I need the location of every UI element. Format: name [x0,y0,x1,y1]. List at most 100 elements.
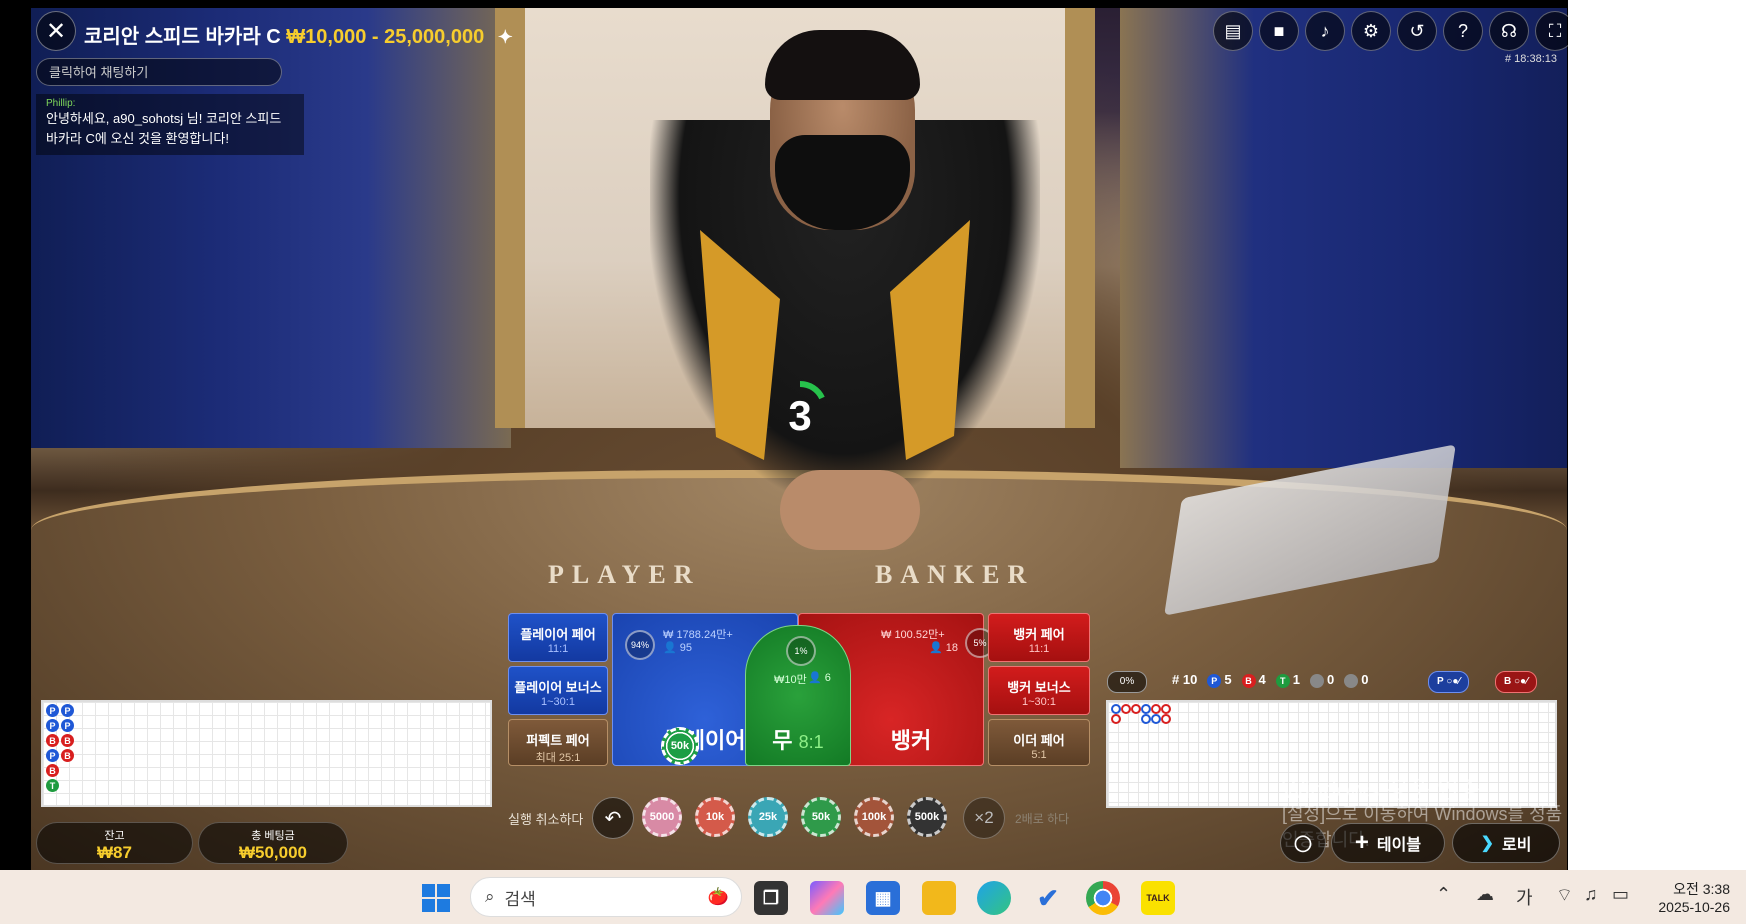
player-bonus-bet[interactable]: 플레이어 보너스 1~30:1 [508,666,608,715]
windows-start-icon[interactable] [422,884,450,912]
either-pair-odds: 5:1 [1031,749,1047,761]
tie-bet[interactable]: 1% ₩10만 👤 6 무 8:1 [745,625,851,766]
perfect-pair-label: 퍼펙트 페어 [526,733,590,748]
either-pair-label: 이더 페어 [1013,733,1065,748]
search-icon: ⌕ [485,887,495,906]
clock-date: 2025-10-26 [1658,899,1730,915]
chip-500k[interactable]: 500k [907,797,947,837]
big-road-mark [1161,704,1171,714]
banker-pair-bet[interactable]: 뱅커 페어 11:1 [988,613,1090,662]
placed-chip: 50k [661,727,699,765]
video-button[interactable]: ■ [1259,11,1299,51]
ime-indicator[interactable]: 가 [1516,884,1533,910]
felt-player-text: PLAYER [548,560,701,589]
bead-result: P [61,704,74,717]
undo-button[interactable]: ↶ [592,797,634,839]
banker-ask-label: B [1504,676,1512,687]
chat-toggle-button[interactable]: ◯ [1280,823,1326,863]
banker-pair-dot-icon [1344,673,1359,688]
store-icon[interactable]: ▦ [866,881,900,915]
file-explorer-icon[interactable] [922,881,956,915]
shoe-progress: 0% [1107,671,1147,693]
tray-chevron-icon[interactable]: ⌃ [1436,884,1451,905]
big-road-mark [1141,714,1151,724]
plus-icon: + [1354,829,1369,856]
chip-25k[interactable]: 25k [748,797,788,837]
bead-result: B [61,734,74,747]
favorite-icon[interactable]: ✦ [498,27,513,47]
double-button[interactable]: ×2 [963,797,1005,839]
player-amount: ₩ 1788.24만+ [663,629,733,641]
chip-10k[interactable]: 10k [695,797,735,837]
perfect-pair-bet[interactable]: 퍼펙트 페어 최대 25:1 [508,719,608,766]
either-pair-bet[interactable]: 이더 페어 5:1 [988,719,1090,766]
cloud-off-icon[interactable]: ☁ [1476,884,1494,905]
big-road-mark [1131,704,1141,714]
edge-icon[interactable] [977,881,1011,915]
player-pair-odds: 11:1 [547,643,569,655]
video-icon: ■ [1273,20,1285,41]
tie-wins-value: 1 [1292,672,1301,687]
chip-5000[interactable]: 5000 [642,797,682,837]
copilot-icon[interactable] [810,881,844,915]
volume-button[interactable]: ♪ [1305,11,1345,51]
total-bet-value: ₩50,000 [238,843,308,862]
player-pair-label: 플레이어 페어 [520,627,596,642]
help-button[interactable]: ? [1443,11,1483,51]
bet-limits: ₩10,000 - 25,000,000 [286,26,485,48]
search-placeholder: 검색 [504,889,536,909]
settings-icon: ⚙ [1362,20,1380,41]
volume-icon: ♪ [1320,20,1330,41]
fullscreen-icon: ⛶ [1548,20,1562,41]
player-wins: P5 [1207,672,1232,688]
taskbar-search[interactable]: ⌕ 검색 🍅 [470,877,742,917]
dealer-hair [765,30,920,100]
fullscreen-button[interactable]: ⛶ [1535,11,1568,51]
chat-text: 안녕하세요, a90_sohotsj 님! 코리안 스피드 바카라 C에 오신 … [46,111,282,146]
chip-50k[interactable]: 50k [801,797,841,837]
windows-taskbar: ⌕ 검색 🍅 ❐ ▦ ✔ TALK ⌃ ☁ 가 ⌔ ♫ ▭ 오전 3:38 20… [0,870,1746,924]
history-icon: ↺ [1409,20,1425,41]
settings-button[interactable]: ⚙ [1351,11,1391,51]
chip-100k[interactable]: 100k [854,797,894,837]
bead-result: B [46,734,59,747]
taskbar-clock[interactable]: 오전 3:38 2025-10-26 [1650,880,1730,916]
banker-amount: ₩ 100.52만+ [881,629,945,641]
player-ask-button[interactable]: P ○●⁄ [1428,671,1470,693]
battery-icon[interactable]: ▭ [1612,884,1629,905]
add-table-button[interactable]: + 테이블 [1331,823,1445,863]
chat-button[interactable]: ▤ [1213,11,1253,51]
game-window: PLAYER BANKER ✕ 코리안 스피드 바카라 C ₩10,000 - … [0,0,1568,870]
help-icon: ? [1457,20,1468,41]
player-wins-value: 5 [1224,672,1232,687]
lobby-button[interactable]: ❯ 로비 [1452,823,1560,863]
support-button[interactable]: ☊ [1489,11,1529,51]
banker-pair-count-value: 0 [1361,672,1369,687]
speaker-icon[interactable]: ♫ [1584,884,1598,905]
task-view-icon[interactable]: ❐ [754,881,788,915]
history-button[interactable]: ↺ [1397,11,1437,51]
close-button[interactable]: ✕ [36,11,76,51]
chrome-icon[interactable] [1086,881,1120,915]
player-pair-count-value: 0 [1327,672,1335,687]
todo-icon[interactable]: ✔ [1031,881,1065,915]
big-road-mark [1141,704,1151,714]
bead-result: B [46,764,59,777]
banker-bonus-bet[interactable]: 뱅커 보너스 1~30:1 [988,666,1090,715]
big-road-mark [1121,704,1131,714]
balance-value: ₩87 [97,843,132,862]
bead-result: P [61,719,74,732]
banker-ask-button[interactable]: B ○●⁄ [1495,671,1537,693]
total-bet-box: 총 베팅금 ₩50,000 [198,822,348,864]
bead-result: T [46,779,59,792]
player-bonus-label: 플레이어 보너스 [514,680,602,695]
support-icon: ☊ [1501,20,1517,41]
double-label: 2배로 하다 [1015,812,1070,826]
big-road-mark [1111,714,1121,724]
bead-result: B [61,749,74,762]
chat-input[interactable]: 클릭하여 채팅하기 [36,58,282,86]
kakaotalk-icon[interactable]: TALK [1141,881,1175,915]
wifi-icon[interactable]: ⌔ [1556,884,1573,907]
player-pair-bet[interactable]: 플레이어 페어 11:1 [508,613,608,662]
round-id: # 18:38:13 [1505,53,1557,65]
